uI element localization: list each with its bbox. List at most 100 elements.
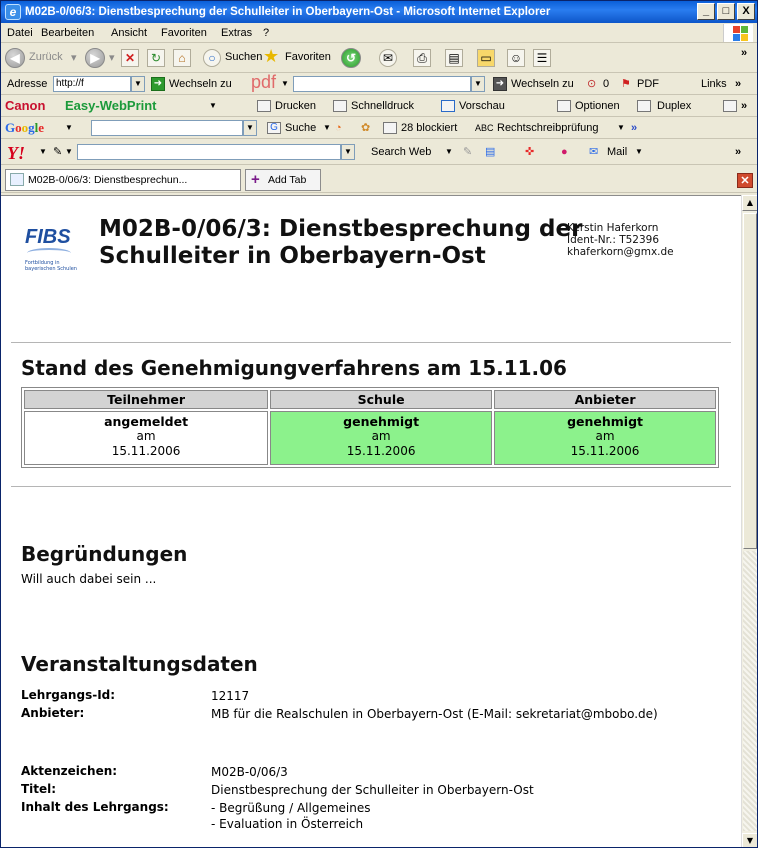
- favorites-star-icon[interactable]: ★: [263, 46, 279, 67]
- yahoo-compass-icon[interactable]: ✜: [525, 139, 534, 165]
- quick-print-icon[interactable]: [333, 100, 347, 112]
- yahoo-mail-label[interactable]: Mail: [607, 139, 627, 165]
- go2-arrow-icon[interactable]: ➜: [493, 77, 507, 91]
- google-icon[interactable]: Google: [5, 117, 44, 139]
- print-icon[interactable]: [257, 100, 271, 112]
- quick-print-label[interactable]: Schnelldruck: [351, 95, 414, 117]
- home-icon[interactable]: ⌂: [173, 49, 191, 67]
- vertical-scrollbar[interactable]: ▲ ▼: [741, 195, 757, 847]
- research-icon[interactable]: ☰: [533, 49, 551, 67]
- print-label[interactable]: Drucken: [275, 95, 316, 117]
- menu-help[interactable]: ?: [263, 23, 269, 43]
- pdf-dropdown-icon[interactable]: ▼: [281, 73, 289, 95]
- close-tab-icon[interactable]: ✕: [737, 173, 753, 188]
- go-label[interactable]: Wechseln zu: [169, 73, 232, 95]
- yahoo-icon[interactable]: Y!: [7, 140, 25, 166]
- yahoo-search-dropdown-icon[interactable]: ▼: [341, 144, 355, 160]
- yahoo-pencil-dropdown-icon[interactable]: ▼: [65, 139, 73, 165]
- page-header: FIBS Fortbildung in bayerischen Schulen …: [21, 210, 721, 290]
- google-search-menu-icon[interactable]: ▼: [323, 117, 331, 139]
- print-icon[interactable]: ⎙: [413, 49, 431, 67]
- event-heading: Veranstaltungsdaten: [21, 652, 258, 676]
- search-web-dropdown-icon[interactable]: ▼: [445, 139, 453, 165]
- scroll-track[interactable]: [743, 551, 757, 831]
- popup-blocker-icon[interactable]: [383, 122, 397, 134]
- forward-dropdown-icon[interactable]: ▾: [109, 51, 115, 64]
- scroll-up-icon[interactable]: ▲: [742, 195, 757, 211]
- messenger-icon[interactable]: ☺: [507, 49, 525, 67]
- canon-overflow-icon[interactable]: »: [741, 95, 747, 117]
- go2-label[interactable]: Wechseln zu: [511, 73, 574, 95]
- close-button[interactable]: X: [737, 3, 755, 20]
- menu-datei[interactable]: Datei: [7, 23, 33, 43]
- folder-icon[interactable]: ▭: [477, 49, 495, 67]
- google-overflow-icon[interactable]: »: [631, 117, 637, 139]
- back-icon[interactable]: ◀: [5, 48, 25, 68]
- tab-active[interactable]: M02B-0/06/3: Dienstbesprechun...: [5, 169, 241, 191]
- pdf-label[interactable]: PDF: [637, 73, 659, 95]
- news-icon[interactable]: ✿: [361, 117, 370, 139]
- maximize-button[interactable]: □: [717, 3, 735, 20]
- stop-icon[interactable]: ✕: [121, 49, 139, 67]
- go-arrow-icon[interactable]: ➜: [151, 77, 165, 91]
- menu-bearbeiten[interactable]: Bearbeiten: [41, 23, 94, 43]
- yahoo-overflow-icon[interactable]: »: [735, 139, 741, 165]
- options-icon[interactable]: [557, 100, 571, 112]
- search-web-button[interactable]: Search Web: [371, 139, 431, 165]
- search-label[interactable]: Suchen: [225, 51, 262, 63]
- search-icon[interactable]: ○: [203, 49, 221, 67]
- menu-extras[interactable]: Extras: [221, 23, 252, 43]
- address-input[interactable]: http://f: [53, 76, 131, 92]
- duplex-label[interactable]: Duplex: [657, 95, 691, 117]
- history-icon[interactable]: ↺: [341, 48, 361, 68]
- yahoo-music-icon[interactable]: ●: [561, 139, 568, 165]
- menu-favoriten[interactable]: Favoriten: [161, 23, 207, 43]
- yahoo-pencil-icon[interactable]: ✎: [53, 139, 62, 165]
- pdf-icon[interactable]: ⚑: [621, 73, 631, 95]
- highlight-icon[interactable]: ✎: [463, 139, 472, 165]
- forward-icon[interactable]: ▶: [85, 48, 105, 68]
- scroll-down-icon[interactable]: ▼: [742, 833, 757, 847]
- mail-icon[interactable]: ✉: [589, 139, 598, 165]
- easy-webprint-menu[interactable]: Easy-WebPrint: [65, 95, 157, 117]
- canon-extra-icon[interactable]: [723, 100, 737, 112]
- edit-icon[interactable]: ▤: [445, 49, 463, 67]
- menu-ansicht[interactable]: Ansicht: [111, 23, 147, 43]
- back-label[interactable]: Zurück: [29, 51, 63, 63]
- pagerank-icon[interactable]: ◔: [335, 117, 342, 139]
- blocked-count[interactable]: 28 blockiert: [401, 117, 457, 139]
- status-header-anbieter: Anbieter: [494, 390, 716, 409]
- google-search-label[interactable]: Suche: [285, 117, 316, 139]
- contact-block: Kerstin Haferkorn Ident-Nr.: T52396 khaf…: [567, 222, 674, 258]
- favorites-label[interactable]: Favoriten: [285, 51, 331, 63]
- options-label[interactable]: Optionen: [575, 95, 620, 117]
- pdf-search-dropdown-icon[interactable]: ▼: [471, 76, 485, 92]
- spellcheck-label[interactable]: Rechtschreibprüfung: [497, 117, 599, 139]
- spellcheck-dropdown-icon[interactable]: ▼: [617, 117, 625, 139]
- google-search-icon[interactable]: G: [267, 122, 281, 134]
- back-dropdown-icon[interactable]: ▾: [71, 51, 77, 64]
- yahoo-dropdown-icon[interactable]: ▼: [39, 139, 47, 165]
- links-label[interactable]: Links: [701, 73, 727, 95]
- pdf-search-input[interactable]: [293, 76, 471, 92]
- yahoo-search-input[interactable]: [77, 144, 341, 160]
- yahoo-window-icon[interactable]: ▤: [485, 139, 495, 165]
- preview-label[interactable]: Vorschau: [459, 95, 505, 117]
- spellcheck-icon[interactable]: ABC: [475, 117, 494, 139]
- duplex-icon[interactable]: [637, 100, 651, 112]
- preview-icon[interactable]: [441, 100, 455, 112]
- minimize-button[interactable]: _: [697, 3, 715, 20]
- yahoo-mail-dropdown-icon[interactable]: ▼: [635, 139, 643, 165]
- scroll-thumb[interactable]: [743, 213, 757, 549]
- links-overflow-icon[interactable]: »: [735, 73, 741, 95]
- address-dropdown-icon[interactable]: ▼: [131, 76, 145, 92]
- add-tab-button[interactable]: + Add Tab: [245, 169, 321, 191]
- google-search-dropdown-icon[interactable]: ▼: [243, 120, 257, 136]
- google-dropdown-icon[interactable]: ▼: [65, 117, 73, 139]
- tab-label: M02B-0/06/3: Dienstbesprechun...: [28, 174, 188, 186]
- mail-icon[interactable]: ✉: [379, 49, 397, 67]
- refresh-icon[interactable]: ↻: [147, 49, 165, 67]
- canon-dropdown-icon[interactable]: ▼: [209, 95, 217, 117]
- google-search-input[interactable]: [91, 120, 243, 136]
- toolbar-overflow-icon[interactable]: »: [741, 47, 747, 59]
